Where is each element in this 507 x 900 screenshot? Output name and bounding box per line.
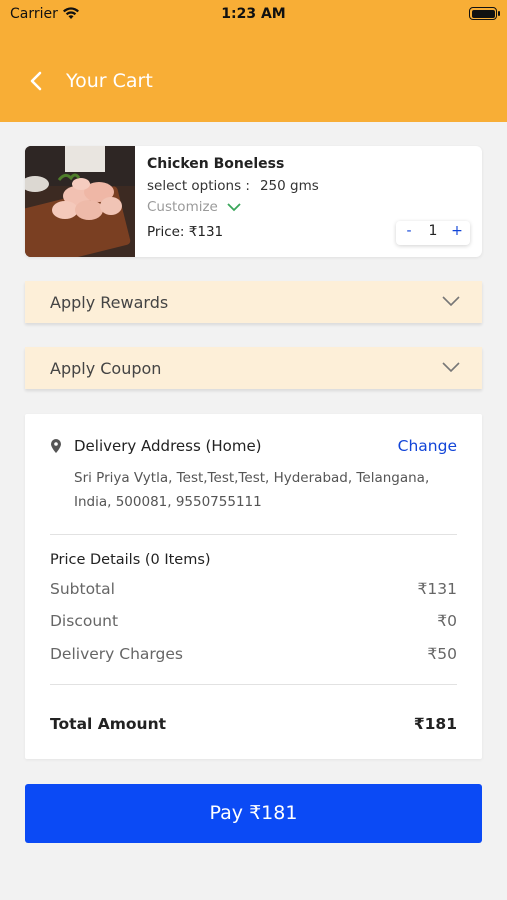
status-time: 1:23 AM [221,6,286,22]
chevron-left-icon[interactable] [24,68,50,94]
product-name: Chicken Boneless [147,156,285,172]
quantity-stepper: - 1 + [396,221,470,245]
apply-rewards-label: Apply Rewards [50,293,169,312]
apply-coupon-label: Apply Coupon [50,359,162,378]
options-value: 250 gms [259,178,319,194]
product-image [25,146,135,257]
price-row-label: Discount [50,612,119,630]
price-row-value: ₹131 [417,580,457,598]
options-label: select options : [147,178,250,194]
pay-button[interactable]: Pay ₹181 [25,784,482,843]
order-details-card: Delivery Address (Home) Change Sri Priya… [25,414,482,759]
change-address-button[interactable]: Change [398,437,457,455]
price-row-value: ₹50 [427,645,457,663]
battery-icon [469,7,500,20]
customize-toggle[interactable]: Customize [147,199,242,215]
apply-coupon-accordion[interactable]: Apply Coupon [25,347,482,389]
status-bar: Carrier 1:23 AM [0,0,507,30]
product-options: select options : 250 gms [147,178,319,194]
price-row-delivery: Delivery Charges ₹50 [50,645,457,667]
apply-rewards-accordion[interactable]: Apply Rewards [25,281,482,323]
customize-label: Customize [147,199,218,215]
divider [50,684,457,685]
decrease-quantity-button[interactable]: - [400,223,418,239]
product-price: Price: ₹131 [147,224,224,240]
price-details-title: Price Details (0 Items) [50,552,211,568]
location-pin-icon [51,439,61,453]
total-amount-label: Total Amount [50,715,167,733]
chevron-down-icon [442,296,460,307]
header-bar: Your Cart [0,30,507,122]
delivery-address-title: Delivery Address (Home) [74,437,262,455]
price-row-discount: Discount ₹0 [50,612,457,634]
page-title: Your Cart [66,70,153,92]
chevron-down-icon [442,362,460,373]
increase-quantity-button[interactable]: + [448,223,466,239]
price-row-subtotal: Subtotal ₹131 [50,580,457,602]
chevron-down-icon [227,202,241,211]
delivery-address-text: Sri Priya Vytla, Test,Test,Test, Hyderab… [74,470,430,510]
price-row-label: Subtotal [50,580,115,598]
cart-item-card: Chicken Boneless select options : 250 gms… [25,146,482,257]
total-amount-value: ₹181 [413,715,457,733]
price-row-label: Delivery Charges [50,645,183,663]
price-row-value: ₹0 [437,612,457,630]
quantity-value: 1 [428,223,438,239]
divider [50,534,457,535]
